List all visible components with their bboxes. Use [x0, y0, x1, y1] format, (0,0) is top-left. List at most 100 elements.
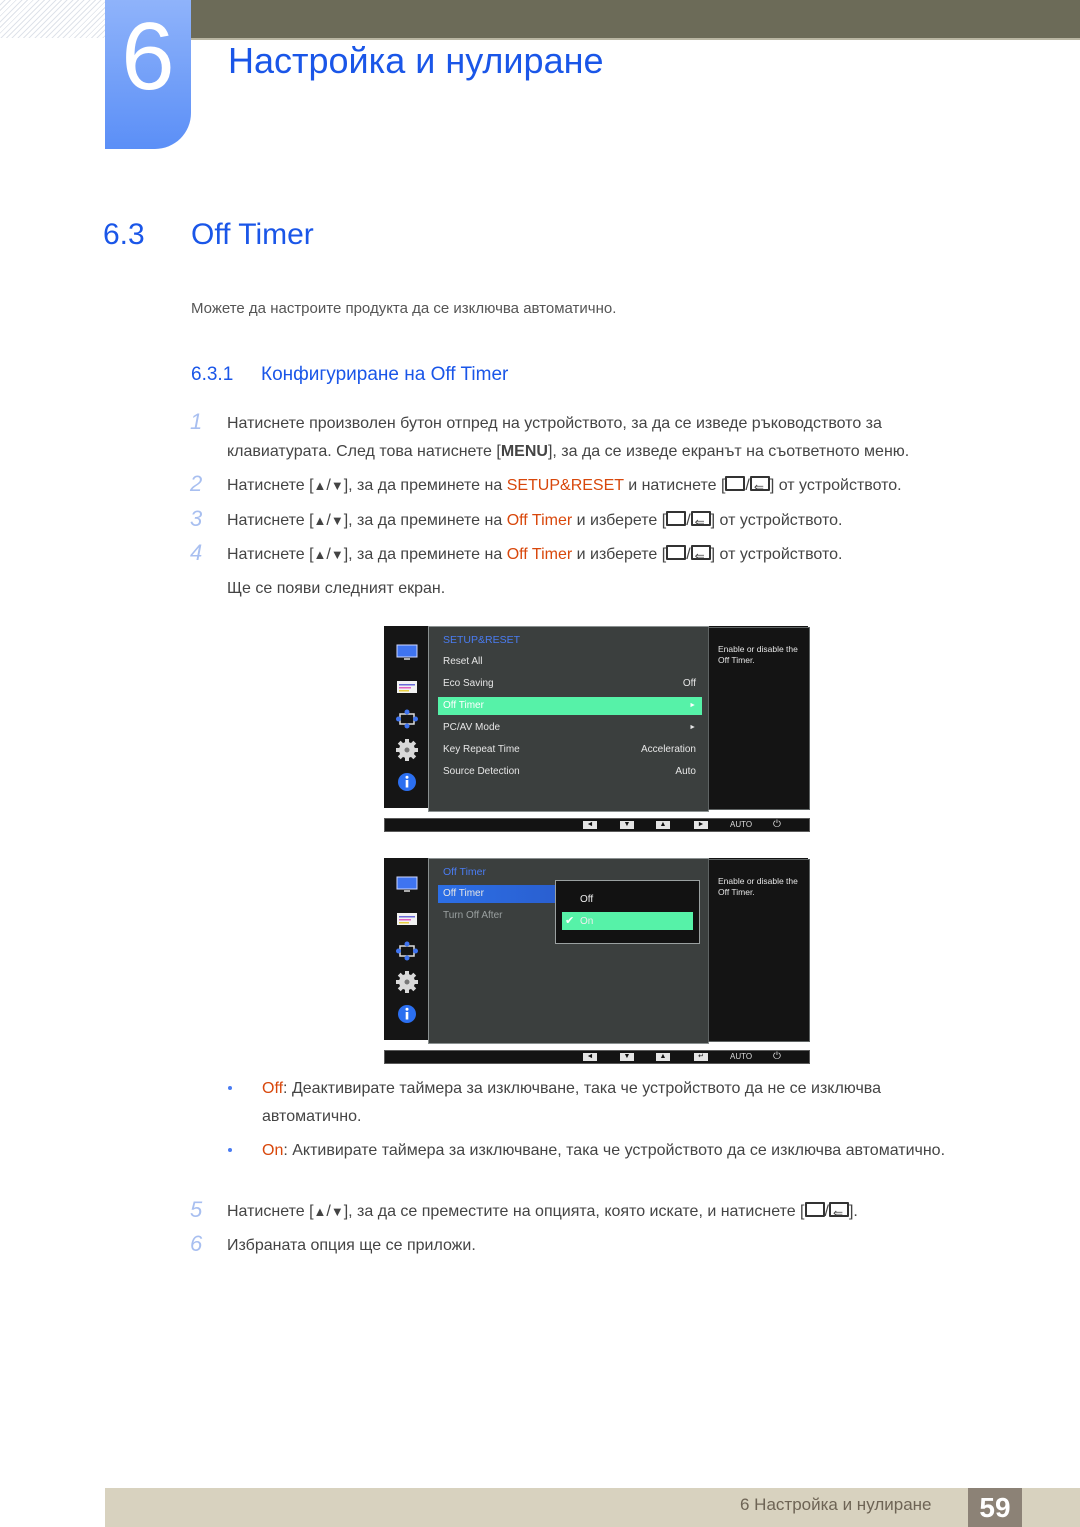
setup-gear-icon [396, 739, 418, 761]
menu-item-reset-all[interactable]: Reset All [438, 653, 702, 671]
left-button-icon[interactable]: ◄ [583, 1053, 597, 1061]
step-number: 3 [190, 506, 203, 531]
step-number: 1 [190, 409, 203, 434]
text: ], за да се изведе екранът на съответнот… [547, 443, 910, 460]
menu-item-label: Off Timer [443, 888, 484, 899]
up-arrow-icon: ▲ [313, 478, 327, 493]
chapter-tab: 6 [105, 0, 191, 149]
text: Натиснете [ [227, 512, 314, 529]
up-arrow-icon: ▲ [313, 547, 327, 562]
option-off[interactable]: Off [562, 890, 693, 908]
bullet-text: Off: Деактивирате таймера за изключване,… [262, 1075, 962, 1131]
checkmark-icon: ✔ [565, 915, 575, 927]
menu-item-eco-saving[interactable]: Eco Saving Off [438, 675, 702, 693]
down-button-icon[interactable]: ▼ [620, 1053, 634, 1061]
option-label: On [580, 916, 594, 927]
up-arrow-icon: ▲ [313, 1204, 327, 1219]
menu-item-source-detection[interactable]: Source Detection Auto [438, 763, 702, 781]
option-on[interactable]: ✔ On [562, 912, 693, 930]
bullet-dot [228, 1148, 232, 1152]
header-bar [190, 0, 1080, 40]
menu-item-key-repeat-time[interactable]: Key Repeat Time Acceleration [438, 741, 702, 759]
enter-button-icon[interactable]: ↵ [694, 1053, 708, 1061]
text: : Деактивирате таймера за изключване, та… [262, 1080, 881, 1125]
bullet-text: On: Активирате таймера за изключване, та… [262, 1137, 962, 1165]
down-button-icon[interactable]: ▼ [620, 821, 634, 829]
position-icon [396, 709, 418, 729]
text: и изберете [ [572, 512, 667, 529]
picture-icon [396, 876, 418, 892]
enter-key-icon [749, 473, 770, 501]
menu-item-label: Source Detection [443, 766, 520, 777]
section-intro: Можете да настроите продукта да се изклю… [191, 300, 617, 317]
text: : Активирате таймера за изключване, така… [283, 1142, 946, 1159]
text: и натиснете [ [623, 477, 726, 494]
text: Натиснете [ [227, 1203, 314, 1220]
text: ], за да се преместите на опцията, която… [343, 1203, 805, 1220]
text: ] от устройството. [710, 546, 843, 563]
text: ], за да преминете на [343, 546, 507, 563]
power-icon[interactable]: ⏻ [773, 1051, 781, 1063]
help-text: Enable or disable the Off Timer. [718, 644, 798, 665]
step-number: 6 [190, 1231, 203, 1256]
osd-sidebar [384, 858, 428, 1040]
up-button-icon[interactable]: ▲ [656, 1053, 670, 1061]
source-key-icon [666, 545, 687, 560]
option-label: Off [580, 894, 594, 905]
osd-button-bar-2: ◄ ▼ ▲ ↵ AUTO ⏻ [384, 1050, 810, 1064]
menu-item-pc-av-mode[interactable]: PC/AV Mode ► [438, 719, 702, 737]
menu-item-value: Off [682, 678, 696, 689]
auto-button[interactable]: AUTO [730, 1051, 752, 1063]
down-arrow-icon: ▼ [330, 478, 344, 493]
text: Натиснете [ [227, 546, 314, 563]
power-icon[interactable]: ⏻ [773, 819, 781, 831]
enter-key-icon [690, 542, 711, 570]
enter-key-icon [690, 508, 711, 536]
osd-menu-header: Off Timer [443, 866, 486, 878]
step-text: Натиснете [▲/▼], за да преминете на SETU… [227, 472, 902, 501]
menu-item-label: Reset All [443, 656, 483, 667]
menu-item-label: Key Repeat Time [443, 744, 520, 755]
osd-menu-panel-1: SETUP&RESET Reset All Eco Saving Off Off … [428, 626, 709, 812]
step-text-line2: клавиатурата. След това натиснете [MENU]… [227, 438, 909, 466]
text: и изберете [ [572, 546, 667, 563]
osd-sidebar [384, 626, 428, 808]
position-icon [396, 941, 418, 961]
text: Натиснете [ [227, 477, 314, 494]
menu-key: MENU [500, 443, 548, 460]
source-key-icon [725, 476, 746, 491]
up-arrow-icon: ▲ [313, 513, 327, 528]
step-text: Избраната опция ще се приложи. [227, 1237, 476, 1254]
step-note: Ще се появи следният екран. [227, 580, 446, 597]
onscreen-display-icon [397, 681, 417, 693]
text: ]. [848, 1203, 858, 1220]
bullet-term: On [262, 1142, 284, 1159]
text: ] от устройството. [769, 477, 902, 494]
step-number: 2 [190, 471, 203, 496]
section-title: Off Timer [191, 218, 314, 251]
text: ], за да преминете на [343, 512, 507, 529]
menu-item-label: Turn Off After [443, 910, 503, 921]
bullet-term: Off [262, 1080, 284, 1097]
source-key-icon [666, 511, 687, 526]
section-number: 6.3 [103, 218, 145, 251]
menu-item-label: PC/AV Mode [443, 722, 501, 733]
highlight-term: SETUP&RESET [506, 477, 624, 494]
onscreen-display-icon [397, 913, 417, 925]
step-number: 4 [190, 540, 203, 565]
footer-chapter-text: 6 Настройка и нулиране [740, 1495, 932, 1514]
up-button-icon[interactable]: ▲ [656, 821, 670, 829]
chapter-number: 6 [121, 3, 175, 110]
right-button-icon[interactable]: ► [694, 821, 708, 829]
slash: / [686, 546, 691, 563]
chapter-title: Настройка и нулиране [228, 40, 604, 81]
menu-item-off-timer[interactable]: Off Timer ► [438, 697, 702, 715]
menu-item-off-timer[interactable]: Off Timer [438, 885, 558, 903]
page-number: 59 [968, 1488, 1022, 1527]
auto-button[interactable]: AUTO [730, 819, 752, 831]
help-text: Enable or disable the Off Timer. [718, 876, 798, 897]
left-button-icon[interactable]: ◄ [583, 821, 597, 829]
submenu-arrow-icon: ► [689, 724, 696, 731]
footer-bar [105, 1488, 1080, 1527]
down-arrow-icon: ▼ [330, 547, 344, 562]
